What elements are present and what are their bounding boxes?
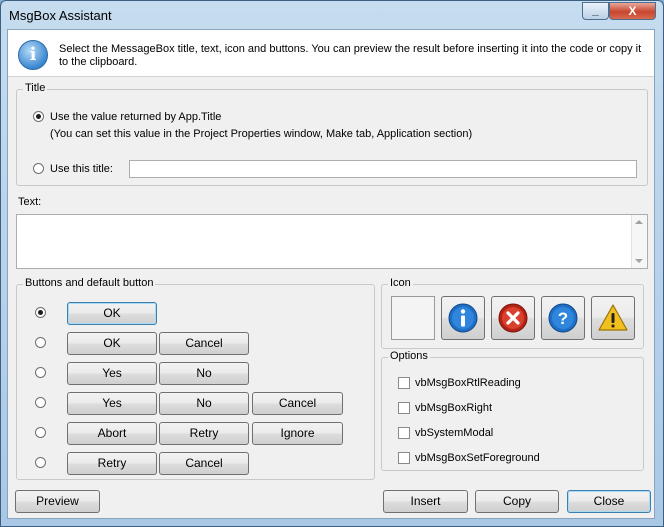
close-icon: X [628, 4, 637, 18]
option-system-modal-label: vbSystemModal [415, 427, 494, 439]
sample-cancel-button[interactable]: Cancel [159, 332, 249, 355]
buttons-group: Buttons and default button OK OK Cancel … [16, 277, 375, 480]
question-icon: ? [548, 303, 578, 333]
sample-cancel-button[interactable]: Cancel [252, 392, 343, 415]
sample-abort-button[interactable]: Abort [67, 422, 157, 445]
exclamation-icon [598, 304, 628, 331]
minimize-button[interactable]: _ [582, 2, 609, 20]
sample-retry-button[interactable]: Retry [159, 422, 249, 445]
title-group-legend: Title [23, 82, 48, 94]
exclamation-icon-button[interactable] [591, 296, 635, 340]
options-group-legend: Options [388, 350, 430, 362]
radio-buttons-ok[interactable] [35, 307, 46, 318]
radio-app-title[interactable] [33, 111, 44, 122]
question-icon-button[interactable]: ? [541, 296, 585, 340]
title-bar[interactable]: MsgBox Assistant _ X [1, 1, 663, 29]
option-system-modal-checkbox[interactable] [398, 427, 410, 439]
option-right-checkbox[interactable] [398, 402, 410, 414]
radio-custom-title-label: Use this title: [50, 163, 113, 175]
radio-buttons-yesno[interactable] [35, 367, 46, 378]
radio-buttons-retrycancel[interactable] [35, 457, 46, 468]
info-icon: i [18, 40, 48, 70]
insert-button[interactable]: Insert [383, 490, 468, 513]
option-rtl-reading-checkbox[interactable] [398, 377, 410, 389]
preview-button[interactable]: Preview [15, 490, 100, 513]
text-scrollbar[interactable] [631, 215, 647, 268]
option-set-foreground-label: vbMsgBoxSetForeground [415, 452, 540, 464]
sample-ok-button[interactable]: OK [67, 302, 157, 325]
msgbox-assistant-window: MsgBox Assistant _ X i Select the Messag… [0, 0, 664, 527]
text-label: Text: [18, 196, 42, 208]
sample-cancel-button[interactable]: Cancel [159, 452, 249, 475]
svg-text:?: ? [558, 309, 568, 328]
icon-group: Icon ? [381, 277, 644, 349]
header-panel: i Select the MessageBox title, text, ico… [8, 30, 654, 77]
header-description: Select the MessageBox title, text, icon … [59, 43, 642, 68]
close-button[interactable]: Close [567, 490, 651, 513]
copy-button[interactable]: Copy [475, 490, 559, 513]
message-text-area[interactable] [16, 214, 648, 269]
sample-yes-button[interactable]: Yes [67, 362, 157, 385]
close-window-button[interactable]: X [609, 2, 656, 20]
option-set-foreground-checkbox[interactable] [398, 452, 410, 464]
option-right-label: vbMsgBoxRight [415, 402, 493, 414]
information-icon-button[interactable] [441, 296, 485, 340]
minimize-icon: _ [592, 3, 599, 17]
sample-no-button[interactable]: No [159, 392, 249, 415]
scroll-down-icon[interactable] [635, 259, 643, 263]
sample-no-button[interactable]: No [159, 362, 249, 385]
buttons-group-legend: Buttons and default button [23, 277, 156, 289]
sample-ignore-button[interactable]: Ignore [252, 422, 343, 445]
radio-buttons-abortretryignore[interactable] [35, 427, 46, 438]
custom-title-input[interactable] [129, 160, 637, 178]
radio-buttons-yesnocancel[interactable] [35, 397, 46, 408]
information-icon [448, 303, 478, 333]
sample-ok-button[interactable]: OK [67, 332, 157, 355]
critical-icon [498, 303, 528, 333]
critical-icon-button[interactable] [491, 296, 535, 340]
icon-group-legend: Icon [388, 277, 413, 289]
window-title: MsgBox Assistant [9, 8, 112, 23]
sample-retry-button[interactable]: Retry [67, 452, 157, 475]
option-rtl-reading-label: vbMsgBoxRtlReading [415, 377, 521, 389]
no-icon-option[interactable] [391, 296, 435, 340]
app-title-note: (You can set this value in the Project P… [50, 128, 473, 140]
radio-app-title-label: Use the value returned by App.Title [50, 111, 222, 123]
dialog-client-area: i Select the MessageBox title, text, ico… [7, 29, 655, 519]
options-group: Options vbMsgBoxRtlReading vbMsgBoxRight… [381, 350, 644, 471]
title-group: Title Use the value returned by App.Titl… [16, 82, 648, 186]
radio-buttons-okcancel[interactable] [35, 337, 46, 348]
sample-yes-button[interactable]: Yes [67, 392, 157, 415]
radio-custom-title[interactable] [33, 163, 44, 174]
scroll-up-icon[interactable] [635, 220, 643, 224]
